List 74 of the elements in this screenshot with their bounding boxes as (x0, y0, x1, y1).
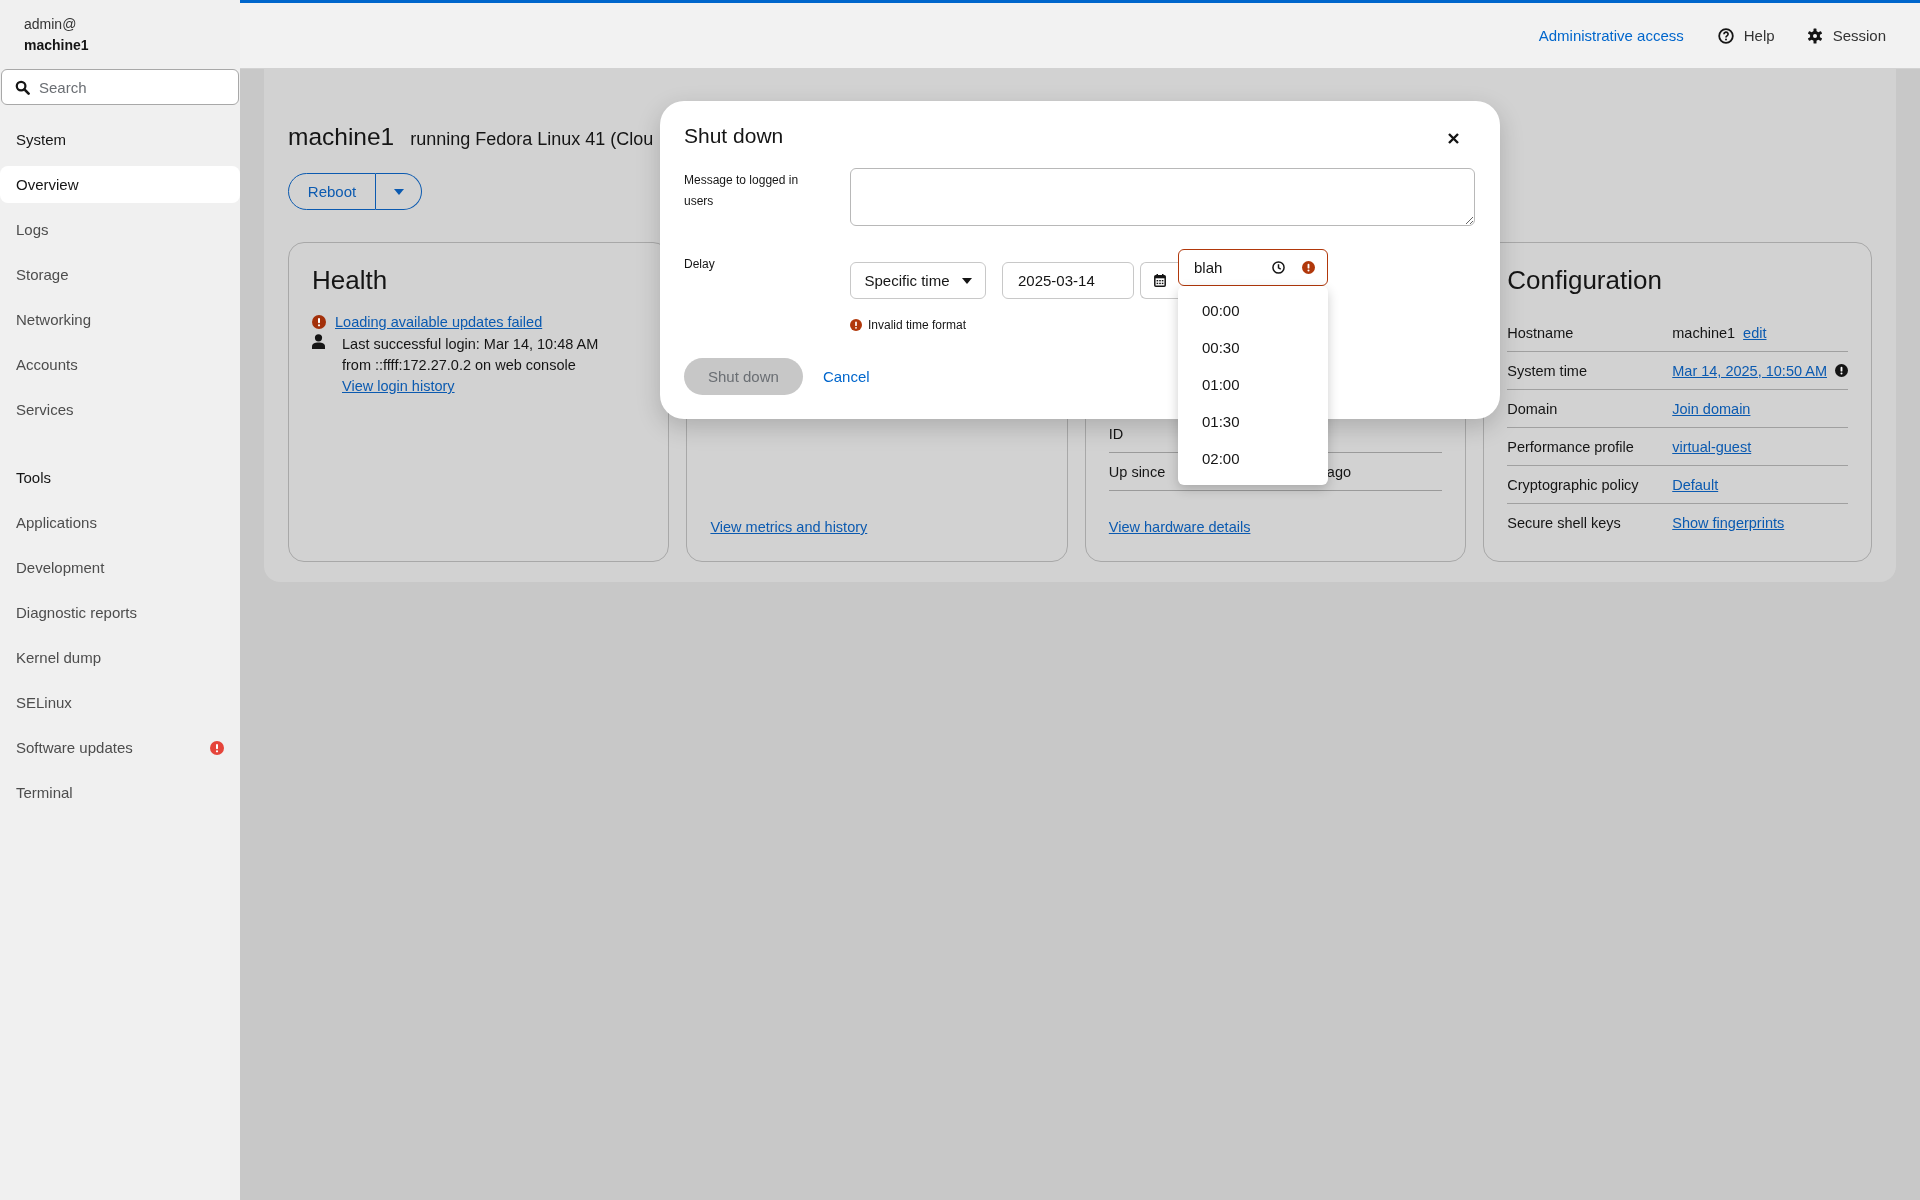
nav-section-title: System (15, 130, 67, 150)
row-value: ago (1326, 463, 1351, 480)
nav-item[interactable]: Networking (0, 301, 240, 338)
nav-item[interactable]: SELinux (0, 684, 240, 721)
nav-item[interactable]: Services (0, 391, 240, 428)
row-link[interactable]: edit (1743, 324, 1767, 341)
help-icon (1717, 27, 1734, 44)
user-name: admin@ (24, 14, 78, 34)
date-field[interactable]: 2025-03-14 (1002, 262, 1134, 299)
row-label: Up since (1108, 463, 1166, 480)
time-option[interactable]: 00:30 (1178, 329, 1328, 366)
login-history-link[interactable]: View login history (342, 376, 599, 397)
nav-item[interactable]: Diagnostic reports (0, 594, 240, 631)
row-label: Domain (1507, 400, 1559, 417)
nav-item[interactable]: Storage (0, 256, 240, 293)
caret-icon (961, 277, 972, 284)
os-subtitle: running Fedora Linux 41 (Clou (410, 129, 654, 150)
nav-item[interactable]: Terminal (0, 774, 240, 811)
user-icon (312, 334, 325, 349)
nav-item[interactable]: Software updates (0, 729, 240, 766)
row-label: Cryptographic policy (1507, 476, 1640, 493)
row-label: Hostname (1507, 324, 1575, 341)
login-info: from ::ffff:172.27.0.2 on web console (342, 356, 577, 375)
message-field[interactable] (850, 168, 1475, 226)
row-value: machine1 (1672, 324, 1736, 341)
field-label: Message to logged in users (684, 172, 800, 210)
nav-item[interactable]: Development (0, 549, 240, 586)
hardware-details-link[interactable]: View hardware details (1108, 519, 1443, 535)
row-label: ID (1108, 425, 1124, 442)
row-label: Performance profile (1507, 438, 1635, 455)
caret-icon (393, 188, 404, 195)
settings-icon (1806, 27, 1823, 44)
row-link[interactable]: Show fingerprints (1672, 514, 1785, 531)
delay-select[interactable]: Specific time (850, 262, 986, 299)
row-link[interactable]: virtual-guest (1672, 438, 1752, 455)
session-button[interactable]: Session (1806, 27, 1886, 44)
card-title: Health (312, 265, 389, 296)
nav-item[interactable]: Overview (0, 166, 240, 203)
error-icon (1302, 261, 1315, 274)
time-option[interactable]: 02:00 (1178, 440, 1328, 477)
metrics-link[interactable]: View metrics and history (710, 519, 1044, 535)
error-icon (850, 319, 862, 331)
row-link[interactable]: Default (1672, 476, 1719, 493)
help-button[interactable]: Help (1717, 27, 1775, 44)
error-icon (312, 315, 326, 329)
administrative-access-link[interactable]: Administrative access (1538, 27, 1684, 44)
nav-item[interactable]: Applications (0, 504, 240, 541)
nav-section-title: Tools (15, 468, 53, 488)
nav-item[interactable]: Logs (0, 211, 240, 248)
close-icon (1448, 133, 1459, 144)
row-link[interactable]: Join domain (1672, 400, 1751, 417)
cancel-link[interactable]: Cancel (822, 368, 870, 385)
card-title: Configuration (1507, 265, 1663, 296)
login-info: Last successful login: Mar 14, 10:48 AM (342, 335, 599, 354)
search-icon (15, 80, 30, 95)
row-link[interactable]: Mar 14, 2025, 10:50 AM (1672, 362, 1827, 379)
dialog-title: Shut down (684, 123, 784, 148)
updates-failed-link[interactable]: Loading available updates failed (335, 314, 543, 330)
time-option[interactable]: 00:00 (1178, 292, 1328, 329)
calendar-icon (1154, 274, 1166, 287)
time-option[interactable]: 01:00 (1178, 366, 1328, 403)
field-label: Delay (684, 256, 716, 273)
nav-item[interactable]: Accounts (0, 346, 240, 383)
nav-item[interactable]: Kernel dump (0, 639, 240, 676)
time-option[interactable]: 01:30 (1178, 403, 1328, 440)
row-label: System time (1507, 362, 1588, 379)
page-title: machine1 (288, 123, 395, 151)
time-field[interactable]: blah (1178, 249, 1328, 286)
error-message: Invalid time format (868, 318, 967, 332)
host-name: machine1 (24, 35, 90, 55)
search-field[interactable]: Search (1, 69, 239, 105)
calendar-button[interactable] (1140, 262, 1180, 299)
clock-icon (1272, 261, 1285, 274)
row-label: Secure shell keys (1507, 514, 1622, 531)
